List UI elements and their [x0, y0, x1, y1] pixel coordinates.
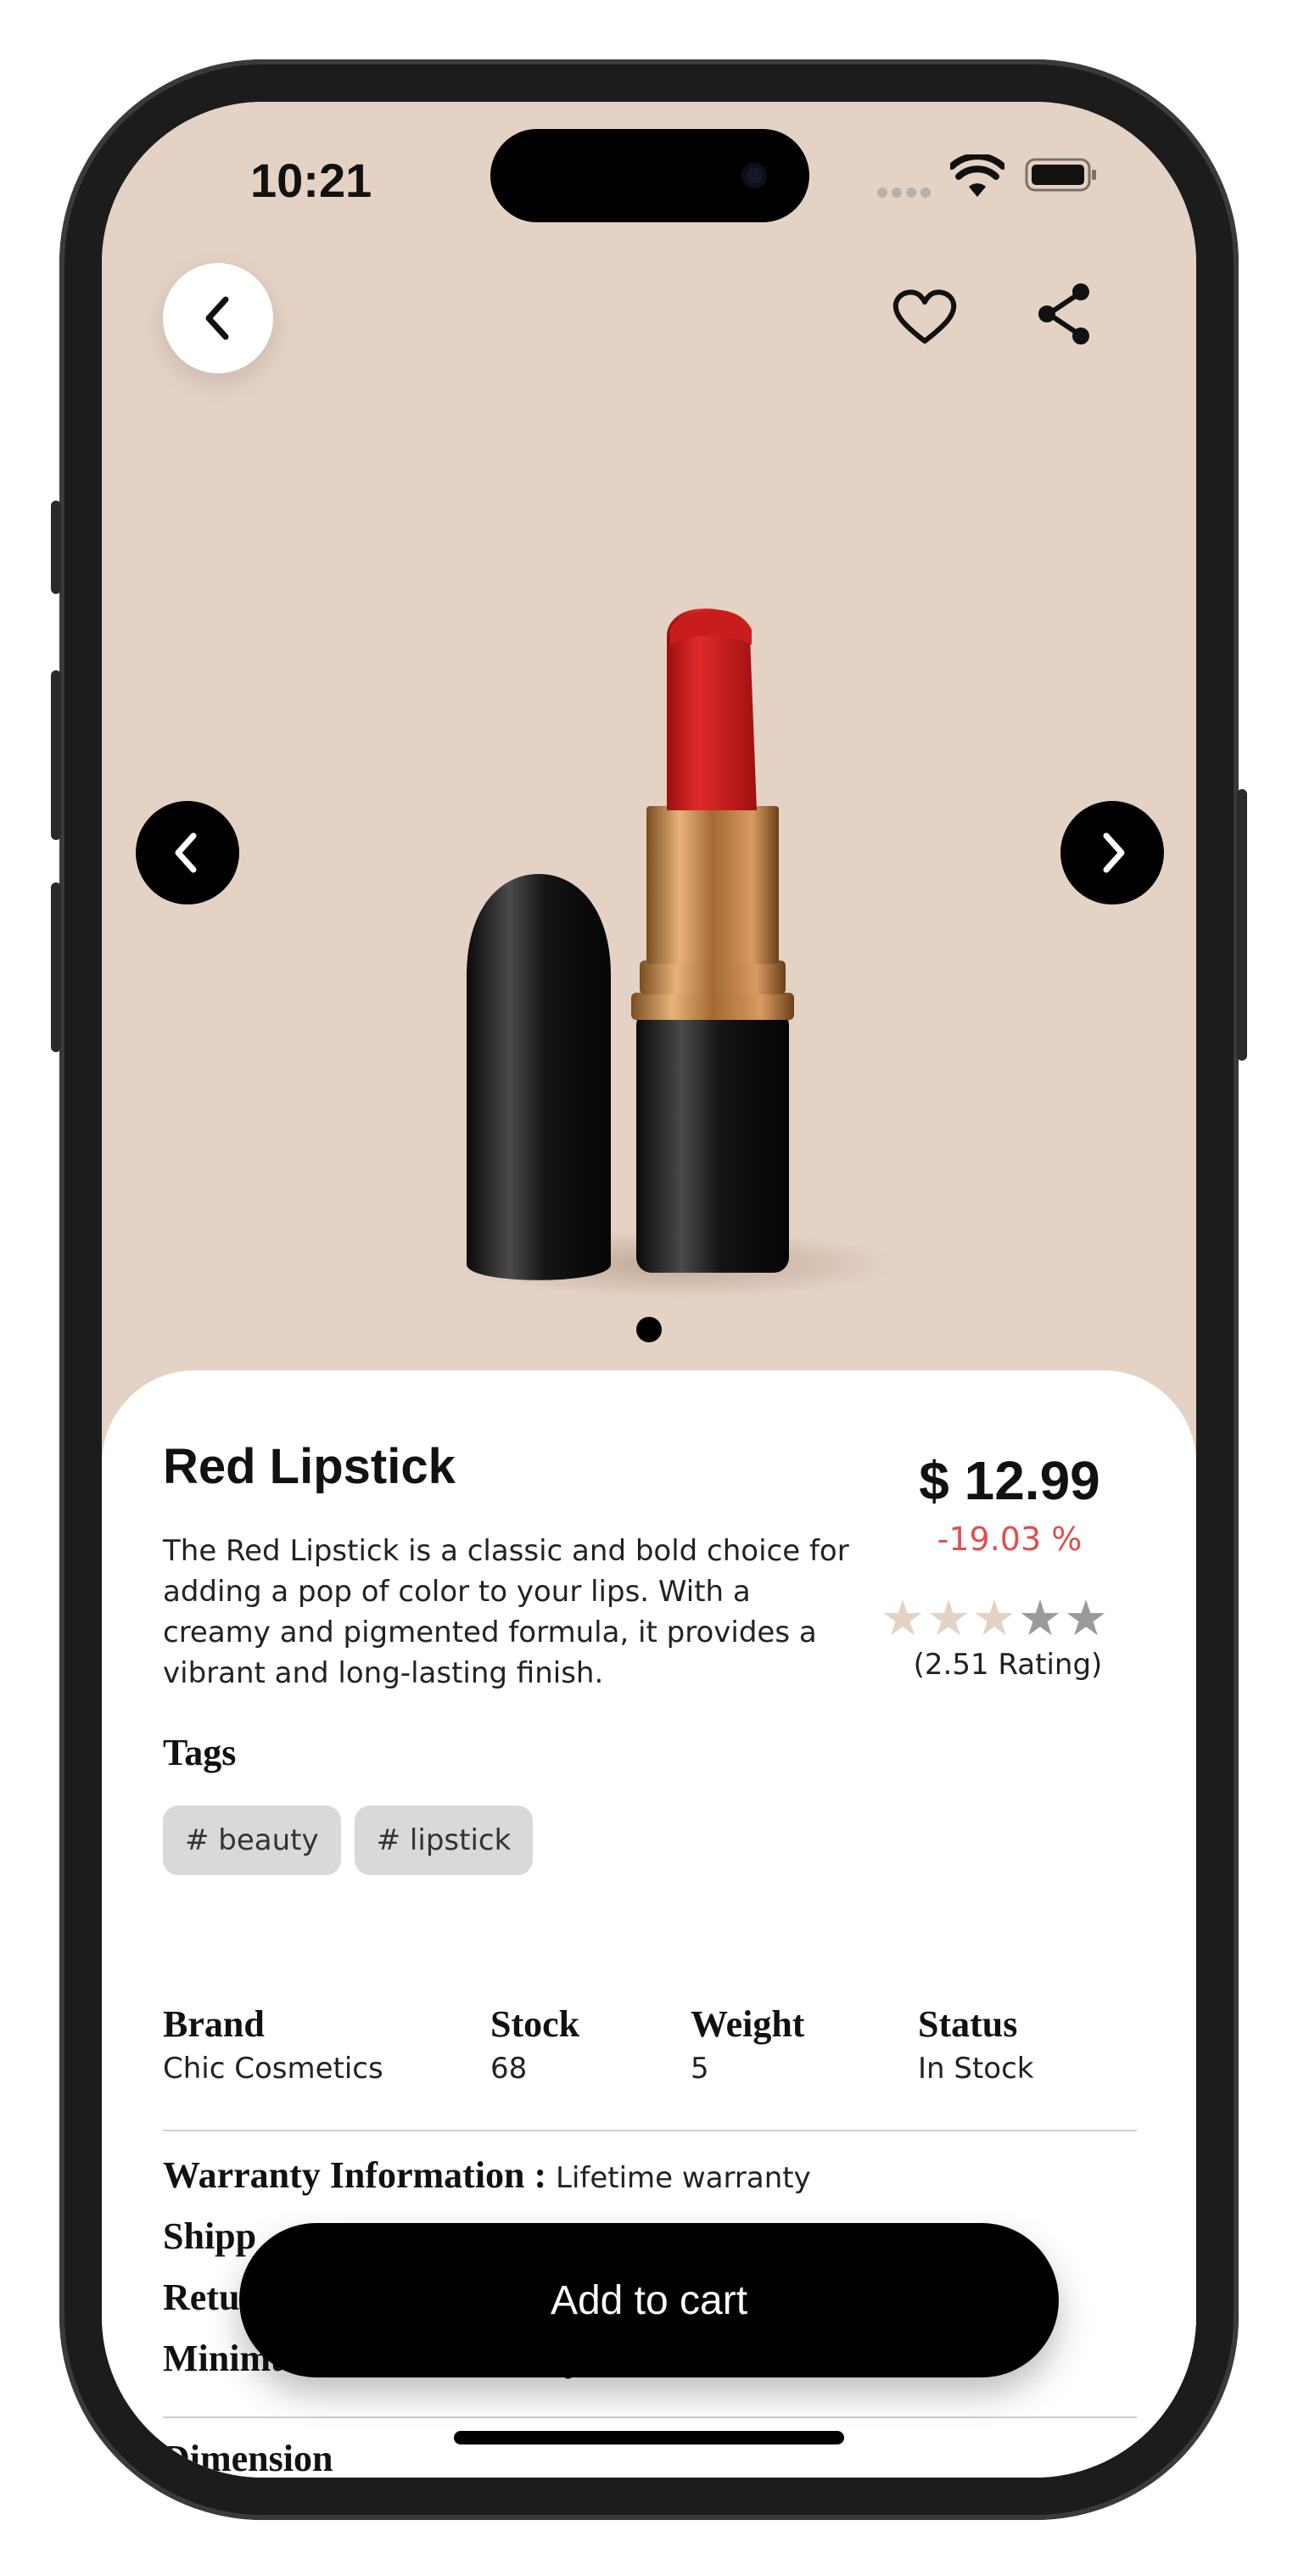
tags-heading: Tags	[163, 1732, 237, 1773]
previous-image-button[interactable]	[136, 801, 239, 904]
power-button	[1237, 789, 1247, 1061]
star-icon: ★	[972, 1589, 1016, 1647]
chevron-left-icon	[175, 832, 197, 873]
spec-label-stock: Stock	[490, 2003, 580, 2045]
chevron-right-icon	[1103, 832, 1125, 873]
spec-value-stock: 68	[490, 2052, 528, 2086]
dynamic-island	[490, 129, 809, 222]
signal-icon	[877, 185, 937, 198]
star-icon: ★	[926, 1589, 971, 1647]
spec-value-brand: Chic Cosmetics	[163, 2052, 383, 2086]
spec-value-status: In Stock	[918, 2052, 1034, 2086]
volume-up-button	[51, 670, 61, 840]
warranty-row: Warranty Information : Lifetime warranty	[163, 2153, 811, 2197]
back-button[interactable]	[163, 263, 273, 373]
tag-chip[interactable]: # lipstick	[354, 1806, 534, 1875]
share-icon[interactable]	[1035, 282, 1094, 346]
add-to-cart-button[interactable]: Add to cart	[239, 2223, 1059, 2377]
screen: 10:21 Red Lipstick $ 12.99 -19.03 % The …	[102, 102, 1196, 2478]
chevron-left-icon	[205, 296, 229, 340]
tag-chip[interactable]: # beauty	[163, 1806, 341, 1875]
star-icon: ★	[1064, 1589, 1108, 1647]
spec-label-weight: Weight	[691, 2003, 805, 2045]
lipstick-product-image	[458, 608, 899, 1298]
carousel-indicator-dot[interactable]	[636, 1317, 662, 1342]
wifi-icon	[950, 154, 1004, 197]
tag-list: # beauty # lipstick	[163, 1806, 546, 1875]
divider	[163, 2416, 1137, 2418]
spec-value-weight: 5	[691, 2052, 709, 2086]
spec-label-status: Status	[918, 2003, 1018, 2045]
heart-icon[interactable]	[891, 287, 959, 346]
spec-label-brand: Brand	[163, 2003, 265, 2045]
product-price: $ 12.99	[919, 1450, 1100, 1511]
warranty-value: Lifetime warranty	[556, 2161, 811, 2195]
divider	[163, 2130, 1137, 2131]
dimension-heading: Dimension	[163, 2438, 333, 2478]
battery-icon	[1025, 158, 1096, 192]
return-row: Retu	[163, 2276, 239, 2319]
return-label: Retu	[163, 2276, 240, 2318]
status-time: 10:21	[250, 154, 372, 207]
next-image-button[interactable]	[1060, 801, 1164, 904]
warranty-label: Warranty Information :	[163, 2154, 547, 2196]
home-indicator[interactable]	[454, 2431, 844, 2444]
star-icon: ★	[881, 1589, 925, 1647]
star-rating: ★★★★★	[881, 1593, 1135, 1644]
star-icon: ★	[1018, 1589, 1062, 1647]
shipping-row: Shipp	[163, 2215, 256, 2258]
camera-icon	[741, 163, 767, 188]
volume-down-button	[51, 882, 61, 1052]
rating-text: (2.51 Rating)	[913, 1648, 1103, 1682]
product-description: The Red Lipstick is a classic and bold c…	[163, 1534, 849, 1690]
silent-switch	[51, 501, 61, 594]
discount-percentage: -19.03 %	[937, 1520, 1083, 1558]
product-title: Red Lipstick	[163, 1439, 456, 1494]
shipping-label: Shipp	[163, 2215, 257, 2257]
